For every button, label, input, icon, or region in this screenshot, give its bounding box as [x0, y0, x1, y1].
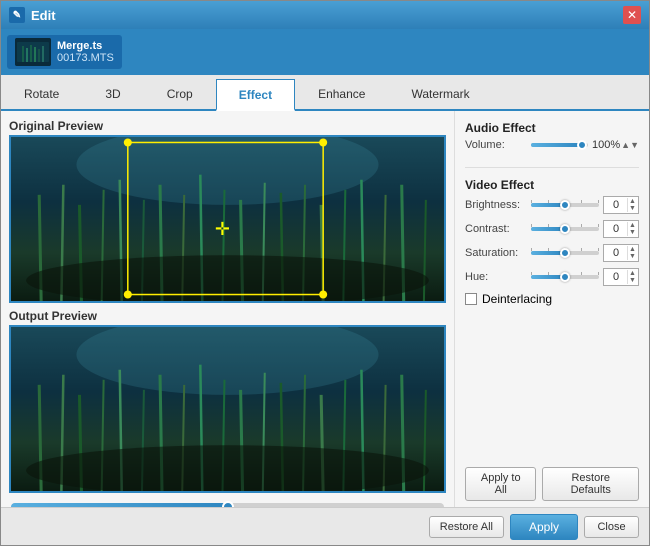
output-preview-inner: [11, 327, 444, 491]
video-effect-title: Video Effect: [465, 178, 639, 192]
file-item[interactable]: Merge.ts 00173.MTS: [7, 35, 122, 69]
volume-slider-thumb[interactable]: [577, 140, 587, 150]
original-preview-label: Original Preview: [9, 119, 446, 133]
saturation-spinner[interactable]: ▲ ▼: [627, 246, 637, 260]
tab-rotate[interactable]: Rotate: [1, 77, 82, 109]
close-button[interactable]: Close: [584, 516, 639, 538]
contrast-label: Contrast:: [465, 223, 527, 235]
file-bar: Merge.ts 00173.MTS: [1, 29, 649, 75]
volume-row: Volume: 100% ▲▼: [465, 139, 639, 151]
timeline-section: [9, 499, 446, 507]
contrast-value: 0 ▲ ▼: [603, 220, 639, 238]
bottom-bar: Restore All Apply Close: [1, 507, 649, 545]
close-window-button[interactable]: ✕: [623, 6, 641, 24]
video-effect-section: Video Effect Brightness: 0 ▲ ▼: [465, 178, 639, 306]
output-preview-label: Output Preview: [9, 309, 446, 323]
brightness-row: Brightness: 0 ▲ ▼: [465, 196, 639, 214]
audio-effect-section: Audio Effect Volume: 100% ▲▼: [465, 121, 639, 157]
brightness-spinner[interactable]: ▲ ▼: [627, 198, 637, 212]
saturation-thumb[interactable]: [560, 248, 570, 258]
hue-value: 0 ▲ ▼: [603, 268, 639, 286]
output-preview-box: [9, 325, 446, 493]
brightness-thumb[interactable]: [560, 200, 570, 210]
original-preview-inner: ✛: [11, 137, 444, 301]
svg-text:✛: ✛: [215, 219, 230, 239]
file-names: Merge.ts 00173.MTS: [57, 40, 114, 64]
saturation-label: Saturation:: [465, 247, 527, 259]
contrast-thumb[interactable]: [560, 224, 570, 234]
contrast-slider[interactable]: [531, 227, 599, 231]
title-bar: ✎ Edit ✕: [1, 1, 649, 29]
window-title: Edit: [31, 8, 623, 23]
window-icon: ✎: [9, 7, 25, 23]
hue-spinner[interactable]: ▲ ▼: [627, 270, 637, 284]
contrast-spinner[interactable]: ▲ ▼: [627, 222, 637, 236]
volume-slider-track[interactable]: [531, 143, 588, 147]
saturation-slider[interactable]: [531, 251, 599, 255]
restore-all-button[interactable]: Restore All: [429, 516, 504, 538]
hue-slider[interactable]: [531, 275, 599, 279]
deinterlacing-label: Deinterlacing: [482, 292, 552, 306]
restore-defaults-button[interactable]: Restore Defaults: [542, 467, 639, 501]
file-name-bottom: 00173.MTS: [57, 52, 114, 64]
volume-value: 100% ▲▼: [592, 139, 639, 151]
original-preview-section: Original Preview: [9, 119, 446, 303]
apply-to-all-button[interactable]: Apply to All: [465, 467, 536, 501]
timeline-thumb[interactable]: [222, 501, 234, 507]
right-panel: Audio Effect Volume: 100% ▲▼ Video Effec: [454, 111, 649, 507]
brightness-value: 0 ▲ ▼: [603, 196, 639, 214]
audio-effect-title: Audio Effect: [465, 121, 639, 135]
timeline-progress: [11, 503, 228, 507]
tabs-bar: Rotate 3D Crop Effect Enhance Watermark: [1, 75, 649, 111]
saturation-value: 0 ▲ ▼: [603, 244, 639, 262]
main-content: Original Preview: [1, 111, 649, 507]
tab-3d[interactable]: 3D: [82, 77, 143, 109]
hue-label: Hue:: [465, 271, 527, 283]
volume-label: Volume:: [465, 139, 527, 151]
effect-buttons-row: Apply to All Restore Defaults: [465, 467, 639, 501]
volume-slider-fill: [531, 143, 582, 147]
apply-button[interactable]: Apply: [510, 514, 578, 540]
hue-row: Hue: 0 ▲ ▼: [465, 268, 639, 286]
file-thumbnail: [15, 38, 51, 66]
timeline-bar[interactable]: [11, 503, 444, 507]
tab-crop[interactable]: Crop: [144, 77, 216, 109]
edit-window: ✎ Edit ✕ Merge.ts 00173.MTS: [0, 0, 650, 546]
left-panel: Original Preview: [1, 111, 454, 507]
deinterlacing-checkbox[interactable]: [465, 293, 477, 305]
file-name-top: Merge.ts: [57, 40, 114, 52]
hue-thumb[interactable]: [560, 272, 570, 282]
tab-effect[interactable]: Effect: [216, 79, 295, 111]
brightness-slider[interactable]: [531, 203, 599, 207]
contrast-row: Contrast: 0 ▲ ▼: [465, 220, 639, 238]
divider-1: [465, 167, 639, 168]
tab-enhance[interactable]: Enhance: [295, 77, 388, 109]
brightness-label: Brightness:: [465, 199, 527, 211]
output-preview-section: Output Preview: [9, 309, 446, 493]
original-preview-box: ✛: [9, 135, 446, 303]
saturation-row: Saturation: 0 ▲ ▼: [465, 244, 639, 262]
tab-watermark[interactable]: Watermark: [388, 77, 492, 109]
volume-spinner[interactable]: ▲▼: [621, 140, 639, 150]
deinterlacing-row: Deinterlacing: [465, 292, 639, 306]
